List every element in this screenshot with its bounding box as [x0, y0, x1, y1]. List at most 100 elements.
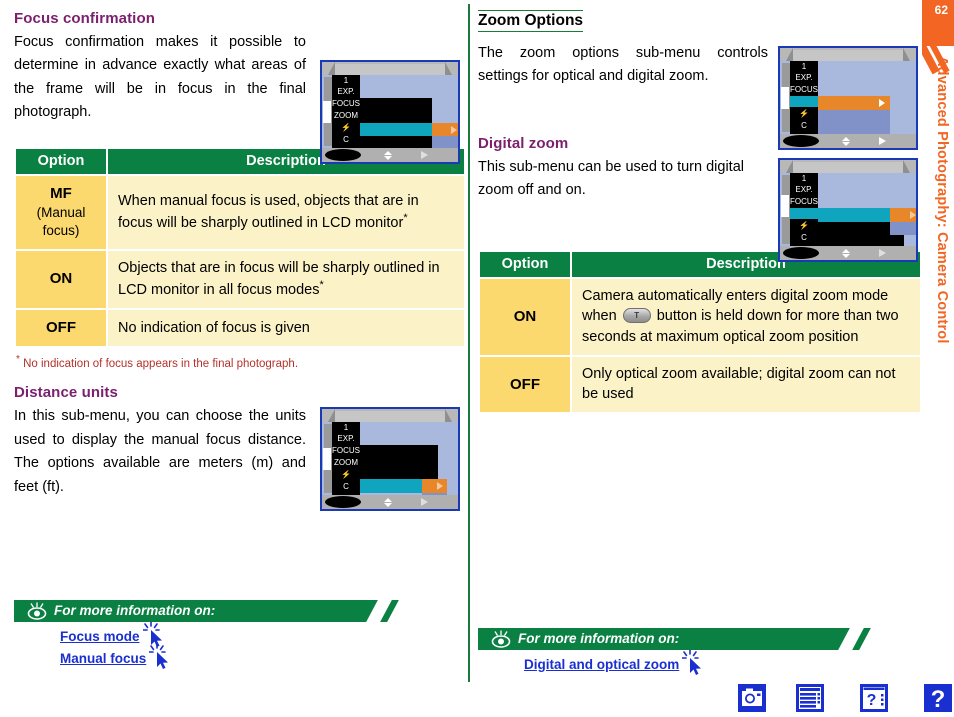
zoom-options-heading: Zoom Options: [478, 10, 584, 32]
lcd-tab-c: C: [801, 121, 807, 130]
option-cell-on: ON: [14, 248, 108, 311]
lcd-top-bar: [322, 409, 458, 423]
lcd-tab-1: 1: [801, 62, 807, 71]
banner-slant-2: [380, 600, 399, 622]
lcd-tab-flash: ⚡: [341, 470, 351, 480]
lcd-top-bar-inner: [793, 161, 903, 173]
lcd-tab-strip: 1 EXP. FOCUS ZOOM ⚡ C: [332, 75, 360, 148]
lcd-tab-1: 1: [343, 423, 349, 433]
description-cell-off: No indication of focus is given: [106, 308, 466, 349]
lcd-tab-focus: FOCUS: [790, 196, 818, 206]
lcd-tab-exp: EXP.: [795, 184, 813, 194]
lcd-left-rail-marker: [323, 448, 331, 471]
lcd-screenshot-distance-units: 1 EXP. FOCUS ZOOM ⚡ C: [320, 407, 460, 512]
right-info-banner: For more information on:: [478, 628, 878, 650]
option-label: ON: [49, 270, 73, 288]
distance-units-heading: Distance units: [14, 384, 118, 402]
right-info-banner-block: For more information on: Digital and opt…: [478, 628, 878, 675]
lcd-arrow-right-icon: [437, 482, 443, 491]
table-row: ON Objects that are in focus will be sha…: [14, 248, 466, 311]
lcd-bottom-bar: [780, 134, 916, 148]
table-row: OFF Only optical zoom available; digital…: [478, 354, 922, 415]
focus-confirmation-heading: Focus confirmation: [14, 10, 155, 27]
side-tab: 62 Advanced Photography: Camera Control: [922, 0, 954, 700]
lcd-screenshot-focus-confirmation: 1 EXP. FOCUS ZOOM ⚡ C: [320, 60, 460, 164]
lcd-band-orange-1: [818, 96, 890, 110]
help-index-icon[interactable]: ?: [860, 684, 888, 712]
lcd-right-icon: [879, 137, 886, 145]
option-cell-mf: MF (Manual focus): [14, 173, 108, 251]
lcd-band-black-1: [818, 221, 890, 235]
distance-units-body-wrap: In this sub-menu, you can choose the uni…: [14, 405, 306, 499]
side-tab-title: Advanced Photography: Camera Control: [934, 56, 950, 344]
description-cell-on: Objects that are in focus will be sharpl…: [106, 248, 466, 311]
table-footnote: * No indication of focus appears in the …: [16, 354, 466, 370]
lcd-top-bar: [322, 62, 458, 75]
lcd-tab-1: 1: [801, 173, 807, 183]
lcd-left-rail-marker: [781, 87, 789, 109]
lcd-band-black-1: [360, 445, 438, 480]
zoom-options-heading-wrap: Zoom Options: [478, 10, 922, 37]
lcd-bottom-bar: [322, 148, 458, 162]
lcd-tab-1: 1: [343, 76, 349, 85]
lcd-tab-focus: FOCUS: [332, 446, 360, 456]
left-column: Focus confirmation Focus confirmation ma…: [14, 10, 466, 512]
lcd-screen-area: 1 EXP. FOCUS ZOOM ⚡ C: [322, 422, 458, 506]
lcd-arrow-right-icon: [451, 126, 457, 134]
lcd-tab-zoom: ZOOM: [334, 111, 358, 120]
lcd-oval-icon: [325, 496, 361, 509]
lcd-top-bar: [780, 159, 916, 173]
link-focus-mode[interactable]: Focus mode: [60, 622, 162, 647]
option-label: OFF: [46, 319, 76, 337]
lcd-screenshot-digital-zoom: 1 EXP. FOCUS ZOOM ⚡ C: [778, 157, 918, 262]
telephoto-button-icon: T: [622, 308, 651, 324]
lcd-band-orange-1: [432, 123, 458, 136]
lcd-tab-focus: FOCUS: [332, 99, 360, 108]
description-text: Objects that are in focus will be sharpl…: [118, 259, 440, 298]
lcd-tab-highlight-zoom: [790, 96, 818, 107]
lcd-tab-exp: EXP.: [795, 73, 813, 82]
focus-confirmation-body-wrap: Focus confirmation makes it possible to …: [14, 31, 306, 125]
lcd-left-rail-marker: [323, 101, 331, 123]
eye-icon: [491, 630, 511, 648]
lcd-screen-area: 1 EXP. FOCUS ZOOM ⚡ C: [322, 75, 458, 152]
zoom-options-body-wrap: The zoom options sub-menu controls setti…: [478, 42, 768, 89]
lcd-tab-c: C: [343, 482, 349, 492]
eye-icon: [27, 602, 47, 620]
lcd-band-cyan-1: [360, 123, 432, 136]
page-number: 62: [934, 3, 948, 17]
menu-list-icon[interactable]: [796, 684, 824, 712]
link-label: Focus mode: [60, 629, 140, 644]
camera-icon[interactable]: [738, 684, 766, 712]
lcd-tab-flash: ⚡: [799, 109, 809, 118]
click-cursor-icon: [149, 644, 169, 669]
link-digital-and-optical-zoom[interactable]: Digital and optical zoom: [524, 650, 702, 675]
option-cell-off: OFF: [478, 354, 572, 415]
lcd-left-rail-marker: [781, 194, 789, 217]
digital-zoom-table: Option Description ON Camera automatical…: [478, 249, 922, 415]
description-cell-off: Only optical zoom available; digital zoo…: [570, 354, 922, 415]
banner-title: For more information on:: [518, 631, 680, 646]
link-manual-focus[interactable]: Manual focus: [60, 644, 169, 669]
lcd-top-bar-inner: [793, 50, 903, 61]
lcd-tab-flash: ⚡: [799, 220, 809, 230]
lcd-updown-icon: [842, 248, 851, 258]
option-sublabel: (Manual focus): [36, 205, 86, 239]
telephoto-button-label: T: [634, 311, 640, 321]
column-header-option: Option: [14, 146, 108, 176]
lcd-band-orange-1: [890, 207, 916, 222]
banner-title: For more information on:: [54, 603, 216, 618]
lcd-updown-icon: [842, 137, 851, 146]
lcd-screen-area: 1 EXP. FOCUS ZOOM ⚡ C: [780, 172, 916, 247]
distance-units-body: In this sub-menu, you can choose the uni…: [14, 408, 306, 495]
lcd-right-icon: [879, 248, 886, 257]
lcd-tab-flash: ⚡: [341, 123, 351, 132]
right-column: Zoom Options The zoom options sub-menu c…: [478, 10, 922, 415]
asterisk-marker: *: [403, 211, 408, 224]
column-divider: [468, 4, 470, 682]
lcd-tab-strip: 1 EXP. FOCUS ZOOM ⚡ C: [332, 422, 360, 496]
lcd-tab-zoom: ZOOM: [334, 458, 358, 468]
manual-page: Focus confirmation Focus confirmation ma…: [0, 0, 954, 716]
description-text: When manual focus is used, objects that …: [118, 192, 419, 231]
svg-text:?: ?: [867, 692, 877, 709]
